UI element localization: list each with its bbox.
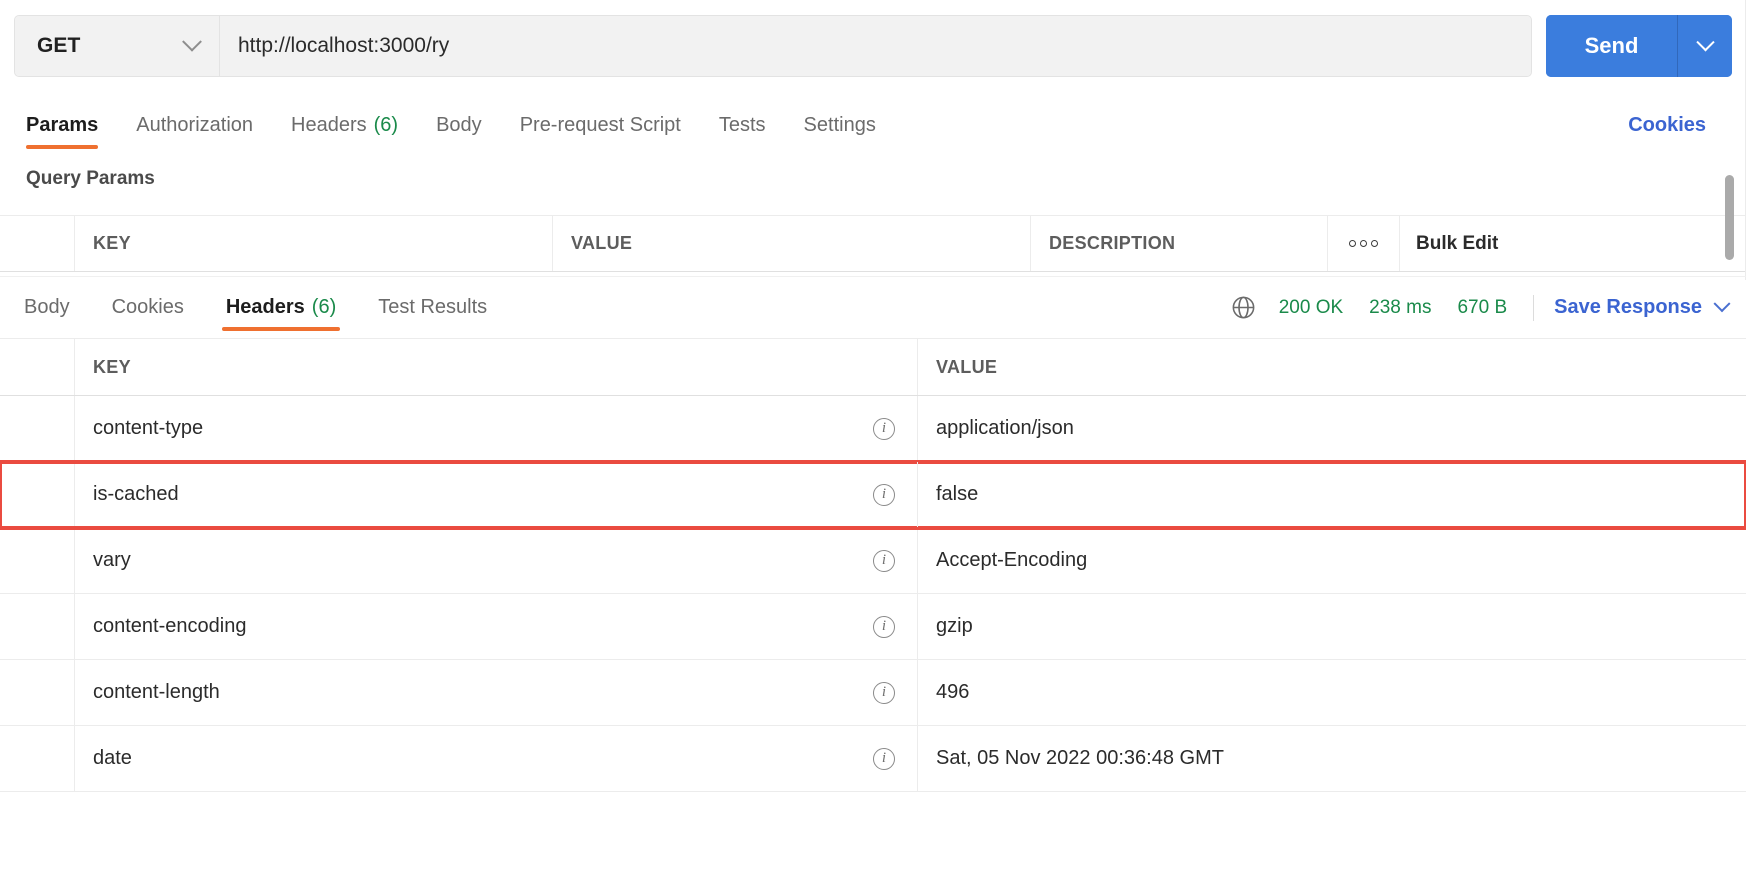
response-meta: 200 OK 238 ms 670 B Save Response — [1230, 294, 1728, 321]
gutter — [0, 396, 75, 461]
globe-icon[interactable] — [1230, 294, 1257, 321]
tab-count-badge: (6) — [374, 114, 398, 137]
response-size: 670 B — [1457, 297, 1507, 319]
gutter — [0, 528, 75, 593]
header-key-cell: vary i — [75, 528, 918, 593]
send-options-button[interactable] — [1678, 15, 1732, 77]
method-and-url-group: GET http://localhost:3000/ry — [14, 15, 1532, 77]
query-params-table-header: KEY VALUE DESCRIPTION Bulk Edit — [0, 215, 1746, 272]
tab-label: Tests — [719, 114, 766, 137]
header-value-cell: false — [918, 462, 1746, 527]
tab-label: Test Results — [378, 296, 487, 319]
chevron-down-icon — [182, 32, 202, 52]
vertical-scrollbar-thumb[interactable] — [1725, 175, 1734, 260]
send-button[interactable]: Send — [1546, 15, 1678, 77]
header-value-cell: Accept-Encoding — [918, 528, 1746, 593]
table-row-highlighted[interactable]: is-cached i false — [0, 462, 1746, 528]
gutter — [0, 462, 75, 527]
gutter — [0, 660, 75, 725]
cookies-link[interactable]: Cookies — [1628, 114, 1706, 137]
column-header-value: VALUE — [553, 216, 1031, 271]
chevron-down-icon — [1696, 33, 1714, 51]
column-header-key: KEY — [75, 339, 918, 395]
info-icon[interactable]: i — [873, 616, 895, 638]
header-key-text: content-length — [93, 681, 220, 704]
more-options-icon[interactable] — [1328, 216, 1400, 271]
table-row[interactable]: vary i Accept-Encoding — [0, 528, 1746, 594]
table-row[interactable]: content-encoding i gzip — [0, 594, 1746, 660]
response-tab-cookies[interactable]: Cookies — [108, 277, 188, 339]
column-header-key: KEY — [75, 216, 553, 271]
table-row[interactable]: content-length i 496 — [0, 660, 1746, 726]
tab-label: Params — [26, 114, 98, 137]
url-bar: GET http://localhost:3000/ry Send — [0, 0, 1746, 92]
tab-label: Settings — [804, 114, 876, 137]
response-tab-test-results[interactable]: Test Results — [374, 277, 491, 339]
header-key-text: vary — [93, 549, 131, 572]
header-key-cell: content-length i — [75, 660, 918, 725]
info-icon[interactable]: i — [873, 418, 895, 440]
table-header-row: KEY VALUE — [0, 339, 1746, 396]
response-time: 238 ms — [1369, 297, 1431, 319]
tab-label: Authorization — [136, 114, 253, 137]
header-key-cell: content-encoding i — [75, 594, 918, 659]
header-value-cell: application/json — [918, 396, 1746, 461]
tab-authorization[interactable]: Authorization — [136, 92, 253, 158]
chevron-down-icon — [1714, 295, 1731, 312]
gutter — [0, 339, 75, 395]
status-code: 200 OK — [1279, 297, 1343, 319]
tab-tests[interactable]: Tests — [719, 92, 766, 158]
checkbox-gutter — [0, 216, 75, 271]
gutter — [0, 594, 75, 659]
header-value-cell: gzip — [918, 594, 1746, 659]
tab-label: Body — [24, 296, 70, 319]
header-value-cell: 496 — [918, 660, 1746, 725]
query-params-title: Query Params — [26, 168, 155, 190]
header-key-cell: content-type i — [75, 396, 918, 461]
url-input[interactable]: http://localhost:3000/ry — [220, 16, 1531, 76]
response-headers-table: KEY VALUE content-type i application/jso… — [0, 338, 1746, 792]
header-key-text: date — [93, 747, 132, 770]
header-key-text: content-type — [93, 417, 203, 440]
http-method-dropdown[interactable]: GET — [15, 16, 220, 76]
column-header-description: DESCRIPTION — [1031, 216, 1328, 271]
three-dots-glyph — [1349, 240, 1378, 247]
table-row[interactable]: date i Sat, 05 Nov 2022 00:36:48 GMT — [0, 726, 1746, 792]
response-tab-headers[interactable]: Headers (6) — [222, 277, 340, 339]
header-key-text: content-encoding — [93, 615, 246, 638]
header-value-cell: Sat, 05 Nov 2022 00:36:48 GMT — [918, 726, 1746, 791]
tab-label: Body — [436, 114, 482, 137]
info-icon[interactable]: i — [873, 682, 895, 704]
tab-label: Cookies — [112, 296, 184, 319]
tab-settings[interactable]: Settings — [804, 92, 876, 158]
postman-request-response-pane: GET http://localhost:3000/ry Send Params… — [0, 0, 1746, 872]
info-icon[interactable]: i — [873, 484, 895, 506]
tab-params[interactable]: Params — [26, 92, 98, 158]
gutter — [0, 726, 75, 791]
save-response-button[interactable]: Save Response — [1554, 296, 1728, 319]
tab-count-badge: (6) — [312, 296, 336, 319]
tab-label: Headers — [226, 296, 305, 319]
tab-pre-request-script[interactable]: Pre-request Script — [520, 92, 681, 158]
request-tabs: Params Authorization Headers (6) Body Pr… — [0, 92, 1746, 158]
http-method-label: GET — [37, 34, 80, 58]
header-key-text: is-cached — [93, 483, 179, 506]
send-button-group: Send — [1546, 15, 1732, 77]
tab-body[interactable]: Body — [436, 92, 482, 158]
tab-label: Pre-request Script — [520, 114, 681, 137]
info-icon[interactable]: i — [873, 550, 895, 572]
column-header-value: VALUE — [918, 339, 1746, 395]
tab-headers[interactable]: Headers (6) — [291, 92, 398, 158]
response-tabs: Body Cookies Headers (6) Test Results 20… — [0, 276, 1746, 338]
tab-label: Headers — [291, 114, 367, 137]
save-response-label: Save Response — [1554, 296, 1702, 319]
table-row[interactable]: content-type i application/json — [0, 396, 1746, 462]
divider — [1533, 295, 1534, 321]
header-key-cell: date i — [75, 726, 918, 791]
header-key-cell: is-cached i — [75, 462, 918, 527]
bulk-edit-button[interactable]: Bulk Edit — [1400, 216, 1746, 271]
info-icon[interactable]: i — [873, 748, 895, 770]
response-tab-body[interactable]: Body — [20, 277, 74, 339]
